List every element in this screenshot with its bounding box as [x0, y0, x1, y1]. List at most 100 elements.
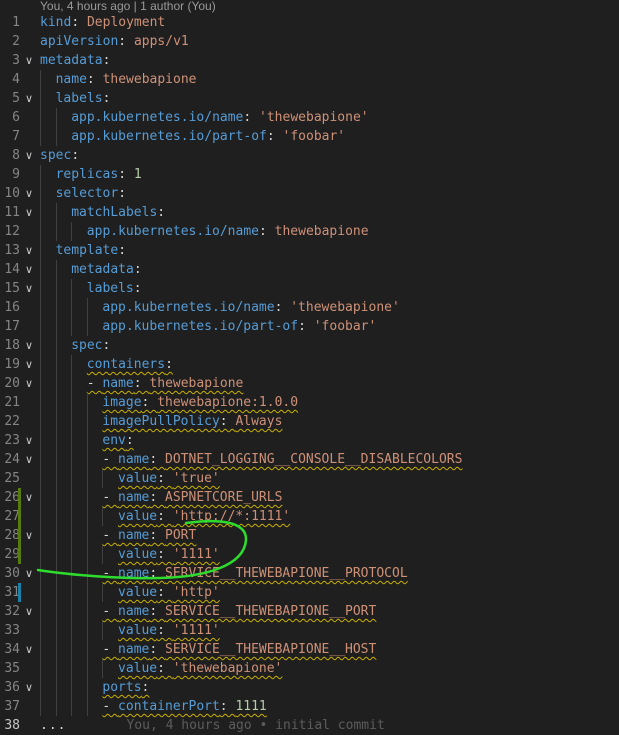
code-line[interactable]: 10 ∨ selector: [0, 184, 619, 203]
line-code[interactable]: - containerPort: 1111 [102, 697, 266, 716]
line-code[interactable]: app.kubernetes.io/name: 'thewebapione' [102, 298, 399, 317]
line-code[interactable]: spec: [40, 146, 79, 165]
fold-chevron-down-icon[interactable]: ∨ [23, 184, 35, 203]
code-line[interactable]: 2 apiVersion: apps/v1 [0, 32, 619, 51]
git-added-indicator[interactable] [18, 545, 21, 564]
line-code[interactable]: kind: Deployment [40, 13, 165, 32]
fold-chevron-down-icon[interactable]: ∨ [23, 241, 35, 260]
git-added-indicator[interactable] [18, 488, 21, 507]
line-code[interactable]: - name: thewebapione [87, 374, 244, 393]
code-line[interactable]: 20 ∨ - name: thewebapione [0, 374, 619, 393]
code-editor[interactable]: 1 kind: Deployment 2 apiVersion: apps/v1 3 ∨ m… [0, 13, 619, 735]
fold-chevron-down-icon[interactable]: ∨ [23, 678, 35, 697]
line-code[interactable]: env: [102, 431, 133, 450]
line-code[interactable]: image: thewebapione:1.0.0 [102, 393, 298, 412]
code-line[interactable]: 22 imagePullPolicy: Always [0, 412, 619, 431]
line-code[interactable]: matchLabels: [71, 203, 165, 222]
code-line[interactable]: 1 kind: Deployment [0, 13, 619, 32]
code-line[interactable]: 19 ∨ containers: [0, 355, 619, 374]
line-code[interactable]: - name: SERVICE__THEWEBAPIONE__PROTOCOL [102, 564, 407, 583]
line-code[interactable]: app.kubernetes.io/name: 'thewebapione' [71, 108, 368, 127]
line-code[interactable]: app.kubernetes.io/part-of: 'foobar' [71, 127, 345, 146]
code-line[interactable]: 11 ∨ matchLabels: [0, 203, 619, 222]
code-line[interactable]: 13 ∨ template: [0, 241, 619, 260]
git-added-indicator[interactable] [18, 526, 21, 545]
line-code[interactable]: metadata: [40, 51, 110, 70]
git-added-indicator[interactable] [18, 507, 21, 526]
line-code[interactable]: containers: [87, 355, 173, 374]
code-line[interactable]: 30 ∨ - name: SERVICE__THEWEBAPIONE__PROTOC… [0, 564, 619, 583]
code-line[interactable]: 28 ∨ - name: PORT [0, 526, 619, 545]
line-code[interactable]: - name: PORT [102, 526, 196, 545]
code-line[interactable]: 34 ∨ - name: SERVICE__THEWEBAPIONE__HOST [0, 640, 619, 659]
code-line[interactable]: 18 ∨ spec: [0, 336, 619, 355]
code-line[interactable]: 12 app.kubernetes.io/name: thewebapione [0, 222, 619, 241]
line-code[interactable]: value: '1111' [118, 545, 220, 564]
code-line[interactable]: 15 ∨ labels: [0, 279, 619, 298]
code-line[interactable]: 16 app.kubernetes.io/name: 'thewebapione' [0, 298, 619, 317]
line-code[interactable]: template: [56, 241, 126, 260]
line-code[interactable]: app.kubernetes.io/name: thewebapione [87, 222, 369, 241]
line-code[interactable]: ... You, 4 hours ago • initial commit [40, 716, 385, 735]
code-line[interactable]: 7 app.kubernetes.io/part-of: 'foobar' [0, 127, 619, 146]
line-code[interactable]: spec: [71, 336, 110, 355]
code-line[interactable]: 32 ∨ - name: SERVICE__THEWEBAPIONE__PORT [0, 602, 619, 621]
fold-chevron-down-icon[interactable]: ∨ [23, 640, 35, 659]
code-line[interactable]: 14 ∨ metadata: [0, 260, 619, 279]
fold-chevron-down-icon[interactable]: ∨ [23, 279, 35, 298]
line-code[interactable]: value: 'http://*:1111' [118, 507, 290, 526]
code-line[interactable]: 25 value: 'true' [0, 469, 619, 488]
line-code[interactable]: imagePullPolicy: Always [102, 412, 282, 431]
code-line[interactable]: 23 ∨ env: [0, 431, 619, 450]
line-code[interactable]: name: thewebapione [56, 70, 197, 89]
line-code[interactable]: - name: ASPNETCORE_URLS [102, 488, 282, 507]
fold-chevron-down-icon[interactable]: ∨ [23, 374, 35, 393]
line-code[interactable]: app.kubernetes.io/part-of: 'foobar' [102, 317, 376, 336]
code-line[interactable]: 27 value: 'http://*:1111' [0, 507, 619, 526]
line-code[interactable]: value: 'http' [118, 583, 220, 602]
fold-chevron-down-icon[interactable]: ∨ [23, 146, 35, 165]
line-code[interactable]: value: 'thewebapione' [118, 659, 282, 678]
code-line[interactable]: 3 ∨ metadata: [0, 51, 619, 70]
fold-chevron-down-icon[interactable]: ∨ [23, 89, 35, 108]
code-line[interactable]: 9 replicas: 1 [0, 165, 619, 184]
fold-chevron-down-icon[interactable]: ∨ [23, 355, 35, 374]
code-line[interactable]: 6 app.kubernetes.io/name: 'thewebapione' [0, 108, 619, 127]
fold-chevron-down-icon[interactable]: ∨ [23, 488, 35, 507]
line-code[interactable]: labels: [87, 279, 142, 298]
code-line[interactable]: 33 value: '1111' [0, 621, 619, 640]
fold-chevron-down-icon[interactable]: ∨ [23, 431, 35, 450]
code-line[interactable]: 21 image: thewebapione:1.0.0 [0, 393, 619, 412]
code-line[interactable]: 36 ∨ ports: [0, 678, 619, 697]
fold-chevron-down-icon[interactable]: ∨ [23, 260, 35, 279]
code-line[interactable]: 5 ∨ labels: [0, 89, 619, 108]
code-line[interactable]: 4 name: thewebapione [0, 70, 619, 89]
line-code[interactable]: value: 'true' [118, 469, 220, 488]
code-line[interactable]: 37 - containerPort: 1111 [0, 697, 619, 716]
git-modified-indicator[interactable] [18, 583, 21, 602]
hover-ellipsis[interactable]: ... [40, 718, 66, 733]
line-code[interactable]: replicas: 1 [56, 165, 142, 184]
code-line[interactable]: 24 ∨ - name: DOTNET_LOGGING__CONSOLE__DISA… [0, 450, 619, 469]
line-code[interactable]: - name: SERVICE__THEWEBAPIONE__HOST [102, 640, 376, 659]
line-code[interactable]: selector: [56, 184, 126, 203]
line-code[interactable]: apiVersion: apps/v1 [40, 32, 189, 51]
line-code[interactable]: value: '1111' [118, 621, 220, 640]
line-code[interactable]: labels: [56, 89, 111, 108]
codelens-author-info[interactable]: You, 4 hours ago | 1 author (You) [40, 0, 216, 13]
fold-chevron-down-icon[interactable]: ∨ [23, 51, 35, 70]
fold-chevron-down-icon[interactable]: ∨ [23, 526, 35, 545]
line-code[interactable]: ports: [102, 678, 149, 697]
code-line[interactable]: 26 ∨ - name: ASPNETCORE_URLS [0, 488, 619, 507]
line-code[interactable]: - name: DOTNET_LOGGING__CONSOLE__DISABLE… [102, 450, 462, 469]
code-line[interactable]: 8 ∨ spec: [0, 146, 619, 165]
line-code[interactable]: - name: SERVICE__THEWEBAPIONE__PORT [102, 602, 376, 621]
fold-chevron-down-icon[interactable]: ∨ [23, 564, 35, 583]
code-line[interactable]: 35 value: 'thewebapione' [0, 659, 619, 678]
code-line[interactable]: 29 value: '1111' [0, 545, 619, 564]
fold-chevron-down-icon[interactable]: ∨ [23, 602, 35, 621]
fold-chevron-down-icon[interactable]: ∨ [23, 336, 35, 355]
code-line[interactable]: 17 app.kubernetes.io/part-of: 'foobar' [0, 317, 619, 336]
fold-chevron-down-icon[interactable]: ∨ [23, 203, 35, 222]
line-code[interactable]: metadata: [71, 260, 141, 279]
